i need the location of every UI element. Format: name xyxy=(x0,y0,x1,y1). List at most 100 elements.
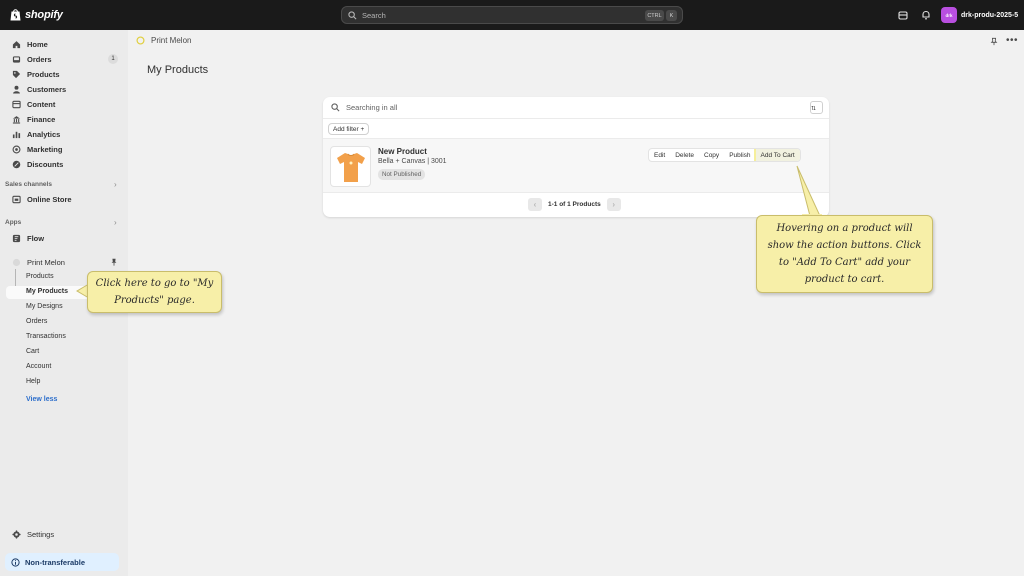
view-less-link[interactable]: View less xyxy=(26,396,57,403)
search-icon xyxy=(331,103,340,112)
sidebar-subitem-my-designs[interactable]: My Designs xyxy=(26,303,63,310)
sidebar-item-home[interactable]: Home xyxy=(6,37,120,51)
product-row[interactable]: New Product Bella + Canvas | 3001 Not Pu… xyxy=(323,139,829,193)
next-page-button[interactable]: › xyxy=(606,198,621,211)
callout-my-products: Click here to go to "My Products" page. xyxy=(87,271,222,313)
gear-icon xyxy=(12,529,21,539)
status-badge: Not Published xyxy=(378,169,426,180)
non-transferable-banner[interactable]: Non-transferable xyxy=(5,553,119,571)
sidebar-item-label: Products xyxy=(27,69,60,79)
header-pin-icon[interactable] xyxy=(990,37,998,46)
top-bar: shopify Search CTRL K drk drk-produ-2025… xyxy=(0,0,1024,30)
main-content: Print Melon ••• My Products Searching in… xyxy=(128,30,1024,576)
product-subtitle: Bella + Canvas | 3001 xyxy=(378,158,447,165)
sidebar-item-label: Settings xyxy=(27,529,55,539)
sidebar-item-label: Discounts xyxy=(27,159,64,169)
global-search-input[interactable]: Search CTRL K xyxy=(341,6,683,24)
search-placeholder: Search xyxy=(362,10,386,20)
sidebar-item-label: Finance xyxy=(27,114,56,124)
tshirt-icon xyxy=(336,152,365,182)
pagination-label: 1-1 of 1 Products xyxy=(548,201,601,208)
delete-button[interactable]: Delete xyxy=(670,149,699,161)
sidebar-item-marketing[interactable]: Marketing xyxy=(6,142,120,156)
products-search-placeholder: Searching in all xyxy=(346,103,398,112)
sidebar-item-settings[interactable]: Settings xyxy=(6,527,120,541)
sidebar-subitem-transactions[interactable]: Transactions xyxy=(26,333,66,340)
publish-button[interactable]: Publish xyxy=(724,149,755,161)
shopify-logo[interactable]: shopify xyxy=(10,8,63,21)
sales-channels-chevron-icon[interactable]: › xyxy=(114,180,117,189)
page-title: My Products xyxy=(147,64,209,76)
callout-add-to-cart: Hovering on a product will show the acti… xyxy=(756,215,933,293)
product-thumbnail[interactable] xyxy=(330,146,371,187)
sidebar-item-label: Flow xyxy=(27,233,45,243)
pin-icon[interactable] xyxy=(110,258,118,266)
sort-icon xyxy=(811,105,816,110)
sidebar-item-label: Analytics xyxy=(27,129,61,139)
store-avatar: drk xyxy=(941,7,957,23)
sidebar-item-label: Customers xyxy=(27,84,67,94)
target-icon xyxy=(12,145,21,154)
product-name[interactable]: New Product xyxy=(378,147,427,156)
filter-row: Add filter + xyxy=(323,119,829,139)
print-melon-app-icon xyxy=(12,258,21,267)
sidebar-subitem-products[interactable]: Products xyxy=(26,273,54,280)
sidebar-item-label: Home xyxy=(27,39,48,49)
sidebar-item-label: Online Store xyxy=(27,194,72,204)
sidebar-item-finance[interactable]: Finance xyxy=(6,112,120,126)
sidebar-subitem-orders[interactable]: Orders xyxy=(26,318,47,325)
sidebar-subitem-cart[interactable]: Cart xyxy=(26,348,39,355)
content-icon xyxy=(12,100,21,109)
sidebar-item-content[interactable]: Content xyxy=(6,97,120,111)
store-icon[interactable] xyxy=(898,10,908,20)
discount-icon xyxy=(12,160,21,169)
sidebar-subitem-help[interactable]: Help xyxy=(26,378,40,385)
more-actions-icon[interactable]: ••• xyxy=(1006,35,1018,46)
sidebar-item-label: Orders xyxy=(27,54,52,64)
sidebar-item-customers[interactable]: Customers xyxy=(6,82,120,96)
shopify-bag-icon xyxy=(10,9,21,21)
bell-icon[interactable] xyxy=(921,10,931,20)
sales-channels-label: Sales channels xyxy=(5,181,52,188)
sidebar-item-products[interactable]: Products xyxy=(6,67,120,81)
kbd-ctrl: CTRL xyxy=(645,10,664,21)
home-icon xyxy=(12,40,21,49)
apps-chevron-icon[interactable]: › xyxy=(114,218,117,227)
person-icon xyxy=(12,85,21,94)
copy-button[interactable]: Copy xyxy=(699,149,724,161)
brand-name: shopify xyxy=(25,8,63,21)
info-icon xyxy=(11,557,20,567)
sidebar-item-label: Print Melon xyxy=(27,257,65,267)
sidebar-subitem-account[interactable]: Account xyxy=(26,363,51,370)
edit-button[interactable]: Edit xyxy=(649,149,670,161)
sidebar-item-orders[interactable]: Orders 1 xyxy=(6,52,120,66)
products-search-input[interactable]: Searching in all xyxy=(323,97,829,119)
pagination: ‹ 1-1 of 1 Products › xyxy=(528,198,621,211)
non-transferable-label: Non-transferable xyxy=(25,557,86,567)
sidebar-item-analytics[interactable]: Analytics xyxy=(6,127,120,141)
app-header: Print Melon xyxy=(136,36,191,45)
add-to-cart-button[interactable]: Add To Cart xyxy=(753,149,800,161)
prev-page-button[interactable]: ‹ xyxy=(528,198,542,211)
print-melon-logo-icon xyxy=(136,36,145,45)
storefront-icon xyxy=(12,195,21,204)
sidebar-subitem-my-products[interactable]: My Products xyxy=(26,288,68,295)
callout-pointer-right xyxy=(796,165,822,217)
sort-button[interactable] xyxy=(810,101,823,114)
search-icon xyxy=(348,10,357,19)
product-actions: Edit Delete Copy Publish Add To Cart xyxy=(648,148,801,162)
apps-label: Apps xyxy=(5,219,22,226)
app-header-title: Print Melon xyxy=(151,36,192,45)
products-card: Searching in all Add filter + New Produc… xyxy=(323,97,829,217)
flow-icon xyxy=(12,234,21,243)
sidebar-item-print-melon[interactable]: Print Melon xyxy=(6,255,120,269)
sidebar-item-label: Marketing xyxy=(27,144,63,154)
store-name: drk-produ-2025-5 xyxy=(961,11,1019,19)
add-filter-button[interactable]: Add filter + xyxy=(328,123,370,135)
sidebar-item-flow[interactable]: Flow xyxy=(6,231,120,245)
sidebar-item-discounts[interactable]: Discounts xyxy=(6,157,120,171)
sidebar-item-online-store[interactable]: Online Store xyxy=(6,192,120,206)
kbd-k: K xyxy=(666,10,677,21)
inbox-icon xyxy=(12,55,21,64)
store-menu-button[interactable]: drk drk-produ-2025-5 xyxy=(941,7,1018,23)
